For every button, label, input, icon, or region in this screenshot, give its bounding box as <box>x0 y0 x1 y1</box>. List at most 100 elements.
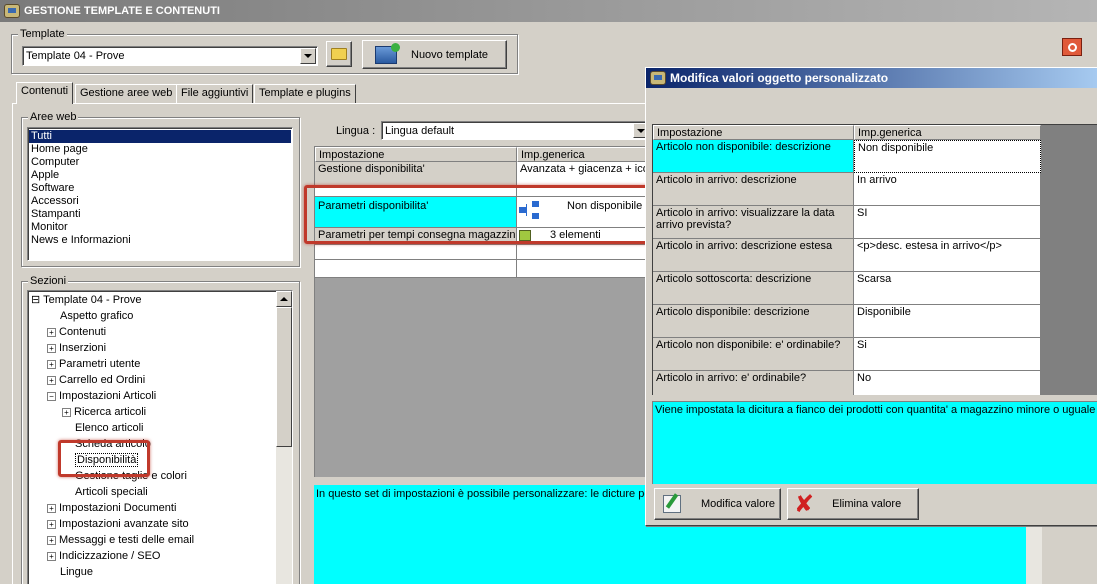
tree-item[interactable]: + Messaggi e testi delle email <box>28 532 292 548</box>
table-row-value[interactable]: Avanzata + giacenza + ico <box>517 162 645 187</box>
expand-icon[interactable]: + <box>47 343 56 353</box>
template-select-dropdown[interactable] <box>300 48 316 64</box>
new-template-icon <box>375 42 400 64</box>
tree-item[interactable]: ⊟ Template 04 - Prove <box>28 292 292 308</box>
tree-item[interactable]: + Inserzioni <box>28 340 292 356</box>
expand-icon[interactable]: + <box>47 375 56 385</box>
delete-value-button[interactable]: ✘ Elimina valore <box>787 488 919 520</box>
arrow-up-icon <box>280 297 288 301</box>
tree-item[interactable]: + Ricerca articoli <box>28 404 292 420</box>
dialog-title: Modifica valori oggetto personalizzato <box>670 71 889 85</box>
new-template-button[interactable]: Nuovo template <box>362 40 507 69</box>
grid-header[interactable]: Imp.generica <box>517 147 645 162</box>
table-row-empty <box>517 245 645 260</box>
dialog-row-setting[interactable]: Articolo in arrivo: e' ordinabile? <box>653 371 854 395</box>
expand-icon[interactable]: + <box>47 535 56 545</box>
list-item[interactable]: Computer <box>29 156 291 169</box>
list-item[interactable]: News e Informazioni <box>29 234 291 247</box>
header-imp-generica: Imp.generica <box>521 149 585 161</box>
tab-gestione-aree-web[interactable]: Gestione aree web <box>75 84 178 104</box>
tab-template-plugins[interactable]: Template e plugins <box>254 84 356 104</box>
dialog-row-setting[interactable]: Articolo disponibile: descrizione <box>653 305 854 338</box>
expand-icon[interactable]: + <box>47 359 56 369</box>
power-button[interactable] <box>1062 38 1082 56</box>
list-item[interactable]: Home page <box>29 143 291 156</box>
dialog-row-value[interactable]: Non disponibile <box>854 140 1041 173</box>
cell-text: Articolo in arrivo: visualizzare la data… <box>656 207 835 231</box>
cell-text: Articolo non disponibile: descrizione <box>656 141 831 153</box>
tree-item-label: Impostazioni Articoli <box>59 390 157 402</box>
expand-icon[interactable]: + <box>47 503 56 513</box>
dialog-row-setting[interactable]: Articolo in arrivo: descrizione <box>653 173 854 206</box>
cell-text: Non disponibile <box>858 142 934 154</box>
expand-icon[interactable]: + <box>47 551 56 561</box>
lingua-select[interactable]: Lingua default <box>381 121 651 140</box>
dialog-row-value[interactable]: Disponibile <box>854 305 1041 338</box>
dialog-row-setting[interactable]: Articolo non disponibile: descrizione <box>653 140 854 173</box>
tree-item-label: Messaggi e testi delle email <box>59 534 195 546</box>
dialog-row-setting[interactable]: Articolo in arrivo: descrizione estesa <box>653 239 854 272</box>
tab-gestione-aree-web-label: Gestione aree web <box>80 87 173 99</box>
cell-text: Articolo in arrivo: descrizione <box>656 174 797 186</box>
tree-item[interactable]: + Carrello ed Ordini <box>28 372 292 388</box>
folder-icon <box>331 48 347 60</box>
aree-web-list[interactable]: Tutti Home page Computer Apple Software … <box>27 127 293 261</box>
list-item[interactable]: Stampanti <box>29 208 291 221</box>
list-item[interactable]: Tutti <box>29 130 291 143</box>
tree-item[interactable]: + Impostazioni Documenti <box>28 500 292 516</box>
dialog-description-text: Viene impostata la dicitura a fianco dei… <box>655 404 1097 416</box>
dialog-row-setting[interactable]: Articolo sottoscorta: descrizione <box>653 272 854 305</box>
tree-item-label: Elenco articoli <box>75 422 144 434</box>
cell-text: In arrivo <box>857 174 897 186</box>
delete-value-label: Elimina valore <box>832 498 902 510</box>
scroll-thumb[interactable] <box>276 307 292 447</box>
sezioni-label: Sezioni <box>28 275 69 287</box>
tree-item[interactable]: + Parametri utente <box>28 356 292 372</box>
sezioni-tree[interactable]: ⊟ Template 04 - Prove Aspetto grafico + C… <box>27 290 293 584</box>
table-row-setting[interactable]: Gestione disponibilita' <box>315 162 517 187</box>
dialog-row-setting[interactable]: Articolo in arrivo: visualizzare la data… <box>653 206 854 239</box>
cell-text: <p>desc. estesa in arrivo</p> <box>857 240 1002 252</box>
tree-item[interactable]: Aspetto grafico <box>28 308 292 324</box>
dialog-grid[interactable]: Impostazione Imp.generica Articolo non d… <box>652 124 1097 395</box>
dialog-row-value[interactable]: No <box>854 371 1041 395</box>
modify-value-button[interactable]: Modifica valore <box>654 488 781 520</box>
scroll-up-button[interactable] <box>276 291 292 307</box>
dialog-row-value[interactable]: Scarsa <box>854 272 1041 305</box>
tab-file-aggiuntivi[interactable]: File aggiuntivi <box>176 84 254 104</box>
dialog-grid-header[interactable]: Imp.generica <box>854 125 1041 140</box>
collapse-icon[interactable]: − <box>47 391 56 401</box>
tree-scrollbar[interactable] <box>276 291 292 584</box>
open-folder-button[interactable] <box>326 41 352 67</box>
annotation-parametri <box>304 185 650 244</box>
dialog-row-value[interactable]: SI <box>854 206 1041 239</box>
tree-toggle[interactable]: ⊟ <box>31 294 40 306</box>
delete-x-icon: ✘ <box>794 490 815 518</box>
tree-item[interactable]: Lingue <box>28 564 292 580</box>
list-item[interactable]: Accessori <box>29 195 291 208</box>
tree-item[interactable]: + Impostazioni avanzate sito <box>28 516 292 532</box>
list-item[interactable]: Software <box>29 182 291 195</box>
grid-header[interactable]: Impostazione <box>315 147 517 162</box>
tree-item[interactable]: − Impostazioni Articoli <box>28 388 292 404</box>
dialog-row-value[interactable]: In arrivo <box>854 173 1041 206</box>
modify-value-label: Modifica valore <box>701 498 775 510</box>
tree-item-label: Articoli speciali <box>75 486 148 498</box>
expand-icon[interactable]: + <box>47 519 56 529</box>
template-select[interactable]: Template 04 - Prove <box>22 46 318 66</box>
tree-item-label: Impostazioni avanzate sito <box>59 518 189 530</box>
list-item[interactable]: Monitor <box>29 221 291 234</box>
expand-icon[interactable]: + <box>62 407 71 417</box>
dialog-row-value[interactable]: <p>desc. estesa in arrivo</p> <box>854 239 1041 272</box>
list-item[interactable]: Apple <box>29 169 291 182</box>
dialog-row-setting[interactable]: Articolo non disponibile: e' ordinabile? <box>653 338 854 371</box>
expand-icon[interactable]: + <box>47 327 56 337</box>
tree-item[interactable]: + Contenuti <box>28 324 292 340</box>
tree-item[interactable]: Elenco articoli <box>28 420 292 436</box>
dialog-row-value[interactable]: Si <box>854 338 1041 371</box>
tree-item[interactable]: + Indicizzazione / SEO <box>28 548 292 564</box>
tab-contenuti[interactable]: Contenuti <box>16 82 74 104</box>
dialog-grid-header[interactable]: Impostazione <box>653 125 854 140</box>
cell-text: Articolo in arrivo: e' ordinabile? <box>656 372 807 384</box>
tree-item[interactable]: Articoli speciali <box>28 484 292 500</box>
